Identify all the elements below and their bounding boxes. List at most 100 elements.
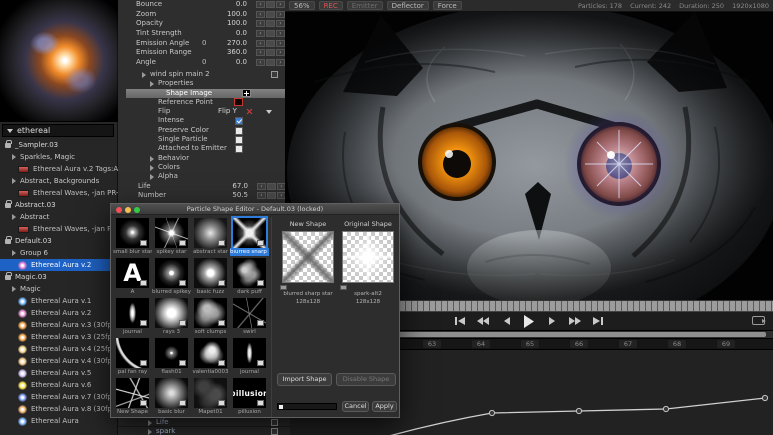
number-value[interactable]: 50.5: [232, 191, 248, 201]
shape-thumbnail-cell[interactable]: blurred spikey star: [152, 257, 191, 297]
property-value[interactable]: 0.0: [236, 0, 247, 10]
apply-button[interactable]: Apply: [372, 401, 397, 412]
shape-thumbnail-cell[interactable]: pillusion pillusion: [230, 377, 269, 417]
graph-track-row[interactable]: spark: [118, 426, 290, 435]
checkbox[interactable]: [235, 127, 243, 135]
reference-point-row[interactable]: Reference Point: [118, 98, 290, 107]
shape-thumbnail-cell[interactable]: Mapet01: [191, 377, 230, 417]
go-to-end-button[interactable]: [591, 314, 605, 328]
library-item[interactable]: Ethereal Aura v.2: [0, 307, 118, 319]
properties-node[interactable]: Properties: [118, 79, 290, 88]
caret-icon[interactable]: [142, 72, 146, 78]
rewind-button[interactable]: [476, 314, 490, 328]
toolbar-button[interactable]: Deflector: [387, 1, 429, 10]
library-item[interactable]: Ethereal Aura v.7 (30fps): [0, 391, 118, 403]
library-item[interactable]: Ethereal Waves, -jan PR-. Tags:Abst: [0, 187, 118, 199]
shape-image-icon[interactable]: [242, 89, 251, 97]
graph-keyframe-point[interactable]: [762, 395, 767, 400]
minimize-icon[interactable]: [125, 207, 131, 213]
library-item[interactable]: Ethereal Aura v.2 Tags:Abstract, Mag: [0, 163, 118, 175]
library-item[interactable]: Ethereal Waves, -jan PR-.: [0, 223, 118, 235]
maximize-icon[interactable]: [134, 207, 140, 213]
shape-thumbnail-cell[interactable]: blurred sharp star: [230, 217, 269, 257]
shape-thumbnail-cell[interactable]: New Shape: [113, 377, 152, 417]
checkbox[interactable]: [235, 145, 243, 153]
dialog-titlebar[interactable]: Particle Shape Editor - Default.03 (lock…: [111, 204, 399, 215]
tree-group-row[interactable]: Behavior: [118, 154, 290, 163]
fast-forward-button[interactable]: [568, 314, 582, 328]
library-filter[interactable]: ethereal: [2, 124, 114, 137]
import-shape-button[interactable]: Import Shape: [277, 373, 332, 386]
caret-icon[interactable]: [150, 81, 154, 87]
filter-dropdown-icon[interactable]: [7, 129, 13, 133]
shape-thumbnail-cell[interactable]: A A: [113, 257, 152, 297]
caret-icon[interactable]: [148, 429, 152, 435]
checkbox[interactable]: [235, 117, 243, 125]
graph-keyframe-point[interactable]: [576, 408, 581, 413]
shape-thumbnail-cell[interactable]: spikey star: [152, 217, 191, 257]
shape-thumbnail-cell[interactable]: journal: [113, 297, 152, 337]
value-stepper[interactable]: ‹›: [256, 59, 285, 66]
graph-track-row[interactable]: Life: [118, 417, 290, 426]
cancel-button[interactable]: Cancel: [342, 401, 369, 412]
library-item[interactable]: Magic: [0, 283, 118, 295]
value-stepper[interactable]: ‹›: [256, 1, 285, 8]
library-item[interactable]: Default.03: [0, 235, 118, 247]
library-item[interactable]: Magic.03: [0, 271, 118, 283]
property-value[interactable]: 0.0: [236, 29, 247, 39]
value-stepper[interactable]: ‹›: [256, 20, 285, 27]
shape-thumbnail-cell[interactable]: journal: [230, 337, 269, 377]
life-value[interactable]: 67.0: [232, 182, 248, 192]
library-item[interactable]: Ethereal Aura v.5: [0, 367, 118, 379]
library-item[interactable]: Ethereal Aura v.3 (30fps): [0, 319, 118, 331]
library-item[interactable]: Ethereal Aura v.4 (25fps): [0, 343, 118, 355]
library-item[interactable]: Ethereal Aura v.8 (30fps): [0, 403, 118, 415]
record-button[interactable]: REC: [319, 1, 343, 10]
shape-thumbnail-cell[interactable]: dark puff: [230, 257, 269, 297]
tree-group-row[interactable]: Colors: [118, 163, 290, 172]
library-item[interactable]: Ethereal Aura v.4 (30fps): [0, 355, 118, 367]
step-forward-button[interactable]: [545, 314, 559, 328]
value-stepper[interactable]: ‹›: [256, 11, 285, 18]
shape-thumbnail-cell[interactable]: small blur star: [113, 217, 152, 257]
shape-thumbnail-cell[interactable]: pal fan ray: [113, 337, 152, 377]
reference-point-icon[interactable]: [234, 98, 243, 106]
shape-thumbnail-cell[interactable]: rays 3: [152, 297, 191, 337]
property-value[interactable]: 270.0: [227, 39, 247, 49]
property-value[interactable]: 100.0: [227, 10, 247, 20]
step-back-button[interactable]: [499, 314, 513, 328]
dropdown-caret-icon[interactable]: [266, 110, 272, 114]
library-item[interactable]: Abstract.03: [0, 199, 118, 211]
library-item[interactable]: Abstract, Backgrounds: [0, 175, 118, 187]
shape-thumbnail-cell[interactable]: abstract star: [191, 217, 230, 257]
emitter-node[interactable]: wind spin main 2: [118, 70, 290, 79]
caret-icon[interactable]: [150, 156, 154, 162]
library-item[interactable]: Ethereal Aura v.3 (25fps): [0, 331, 118, 343]
graph-keyframe-point[interactable]: [663, 406, 668, 411]
filter-text[interactable]: ethereal: [17, 126, 50, 135]
flip-row[interactable]: Flip Flip Y: [118, 107, 290, 116]
shape-thumbnail-cell[interactable]: soft clumps: [191, 297, 230, 337]
caret-icon[interactable]: [150, 165, 154, 171]
property-value[interactable]: 360.0: [227, 48, 247, 58]
loop-button[interactable]: [752, 316, 765, 325]
shape-thumbnail-cell[interactable]: basic fuzz: [191, 257, 230, 297]
shape-image-row[interactable]: Shape Image: [126, 89, 290, 98]
go-to-start-button[interactable]: [453, 314, 467, 328]
toolbar-button[interactable]: Force: [433, 1, 462, 10]
value-stepper[interactable]: ‹›: [256, 30, 285, 37]
tree-group-row[interactable]: Alpha: [118, 172, 290, 181]
play-button[interactable]: [522, 314, 536, 328]
library-item[interactable]: Abstract: [0, 211, 118, 223]
library-item[interactable]: _Sampler.03: [0, 139, 118, 151]
property-value[interactable]: 100.0: [227, 19, 247, 29]
checkbox[interactable]: [235, 136, 243, 144]
shape-thumbnail-cell[interactable]: swirl: [230, 297, 269, 337]
shape-thumbnail-cell[interactable]: valentia0003: [191, 337, 230, 377]
library-item[interactable]: Ethereal Aura v.1: [0, 295, 118, 307]
value-stepper[interactable]: ‹›: [256, 49, 285, 56]
library-item[interactable]: Ethereal Aura: [0, 415, 118, 427]
property-value[interactable]: 0.0: [236, 58, 247, 68]
shape-thumbnail-cell[interactable]: basic blur: [152, 377, 191, 417]
close-icon[interactable]: [116, 207, 122, 213]
